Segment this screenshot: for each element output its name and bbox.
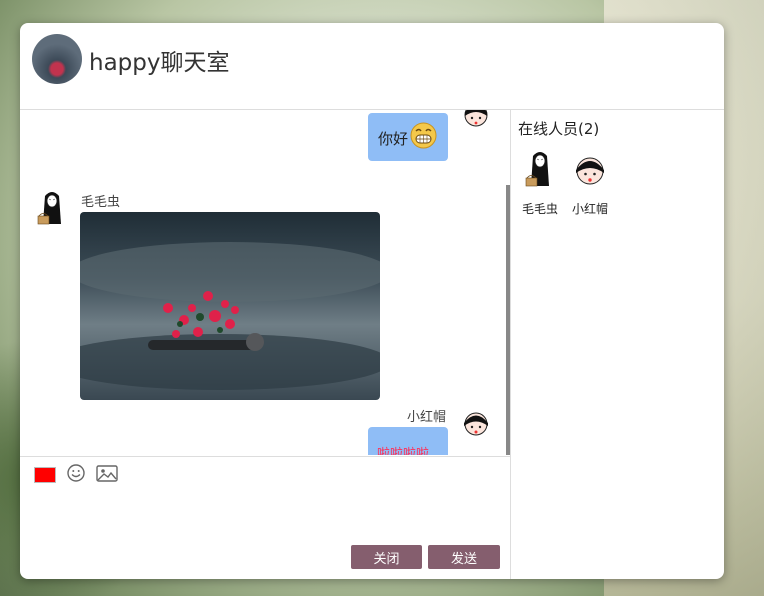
avatar-top-partial <box>461 110 491 130</box>
emoji-icon[interactable] <box>67 464 85 482</box>
close-button[interactable]: 关闭 <box>351 545 422 569</box>
chat-window: happy聊天室 你好 毛毛虫 小红帽 啦啦啦啦 关闭 发送 在线人员(2) 毛… <box>20 23 724 579</box>
avatar-xiaohongmao <box>461 409 491 439</box>
online-user-name: 毛毛虫 <box>521 202 558 216</box>
grin-emoji-icon <box>410 122 437 149</box>
message-sender: 毛毛虫 <box>81 195 121 210</box>
message-bubble: 啦啦啦啦 <box>368 427 448 455</box>
message-input[interactable] <box>20 487 510 541</box>
message-text: 啦啦啦啦 <box>377 447 430 455</box>
shared-image[interactable] <box>80 212 380 400</box>
message-text: 你好 <box>378 130 409 148</box>
chat-header: happy聊天室 <box>20 23 724 110</box>
image-icon[interactable] <box>96 465 118 482</box>
room-title: happy聊天室 <box>89 50 230 76</box>
online-user-name: 小红帽 <box>571 202 608 216</box>
send-button[interactable]: 发送 <box>428 545 500 569</box>
avatar-xiaohongmao <box>573 154 607 188</box>
online-title: 在线人员(2) <box>518 120 600 138</box>
room-avatar <box>32 34 82 84</box>
online-users-panel: 在线人员(2) 毛毛虫 小红帽 <box>511 110 724 579</box>
avatar-maomaochong <box>37 190 67 228</box>
font-color-picker[interactable] <box>34 467 56 483</box>
roses-photo-icon <box>80 242 380 390</box>
message-bubble: 你好 <box>368 113 448 161</box>
input-toolbar <box>20 456 510 487</box>
avatar-maomaochong <box>525 150 555 190</box>
message-sender: 小红帽 <box>407 410 447 425</box>
message-list[interactable]: 你好 毛毛虫 小红帽 啦啦啦啦 <box>20 110 510 455</box>
